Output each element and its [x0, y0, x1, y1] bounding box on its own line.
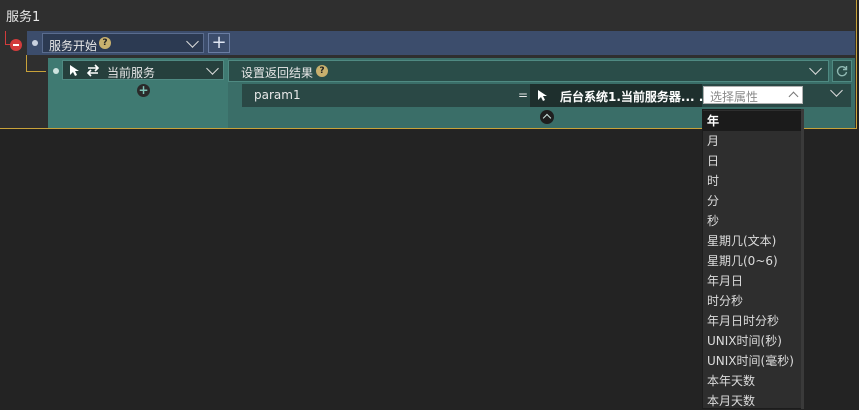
- param-name: param1: [254, 88, 301, 102]
- dropdown-option[interactable]: 年: [703, 111, 801, 131]
- dropdown-option[interactable]: 星期几(0~6): [703, 251, 801, 271]
- cursor-icon: [70, 65, 79, 76]
- stop-icon[interactable]: [10, 39, 22, 51]
- dropdown-option[interactable]: 本月天数: [703, 391, 801, 408]
- chevron-up-icon: [542, 113, 552, 123]
- help-icon[interactable]: ?: [316, 65, 328, 77]
- dropdown-option[interactable]: 分: [703, 191, 801, 211]
- dropdown-option[interactable]: 日: [703, 151, 801, 171]
- param-value-field[interactable]: 后台系统1.当前服务器... .: [530, 84, 704, 107]
- return-selector[interactable]: 设置返回结果 ?: [228, 60, 829, 82]
- action-dot: [53, 68, 59, 74]
- property-select[interactable]: 选择属性: [703, 86, 803, 104]
- dropdown-option[interactable]: 时分秒: [703, 291, 801, 311]
- start-label: 服务开始: [49, 39, 98, 53]
- chevron-down-icon: [809, 62, 822, 75]
- refresh-glyph: [836, 66, 848, 77]
- dropdown-option[interactable]: 月: [703, 131, 801, 151]
- connector-line: [26, 71, 46, 72]
- service-title: 服务1: [6, 10, 41, 25]
- return-label: 设置返回结果: [241, 66, 314, 80]
- dropdown-option[interactable]: 时: [703, 171, 801, 191]
- help-icon[interactable]: ?: [99, 37, 111, 49]
- start-selector[interactable]: 服务开始 ?: [42, 33, 204, 53]
- dropdown-option[interactable]: UNIX时间(毫秒): [703, 351, 801, 371]
- chevron-down-icon: [206, 62, 219, 75]
- plus-circle-icon[interactable]: +: [137, 84, 150, 97]
- dropdown-option[interactable]: 本年天数: [703, 371, 801, 391]
- start-dot: [32, 40, 38, 46]
- chevron-up-icon: [788, 91, 799, 102]
- dropdown-option[interactable]: 星期几(文本): [703, 231, 801, 251]
- dropdown-option[interactable]: 秒: [703, 211, 801, 231]
- property-placeholder: 选择属性: [710, 90, 759, 104]
- current-service-label: 当前服务: [107, 66, 156, 80]
- add-button[interactable]: +: [208, 33, 230, 53]
- dropdown-option[interactable]: 年月日: [703, 271, 801, 291]
- connector-line: [26, 55, 27, 72]
- dropdown-option[interactable]: UNIX时间(秒): [703, 331, 801, 351]
- cursor-icon: [538, 90, 547, 101]
- dropdown-scrollbar[interactable]: [801, 109, 804, 409]
- param-value: 后台系统1.当前服务器... .: [560, 90, 704, 104]
- current-service-selector[interactable]: 当前服务: [62, 60, 224, 80]
- collapse-button[interactable]: [540, 110, 554, 124]
- connector-line: [5, 31, 6, 45]
- chevron-down-icon: [186, 35, 199, 48]
- refresh-icon[interactable]: [832, 60, 852, 82]
- dropdown-option[interactable]: 年月日时分秒: [703, 311, 801, 331]
- equals-sign: =: [518, 88, 529, 102]
- property-dropdown: 年 月 日 时 分 秒 星期几(文本) 星期几(0~6) 年月日 时分秒 年月日…: [702, 109, 802, 409]
- swap-icon: [86, 64, 100, 77]
